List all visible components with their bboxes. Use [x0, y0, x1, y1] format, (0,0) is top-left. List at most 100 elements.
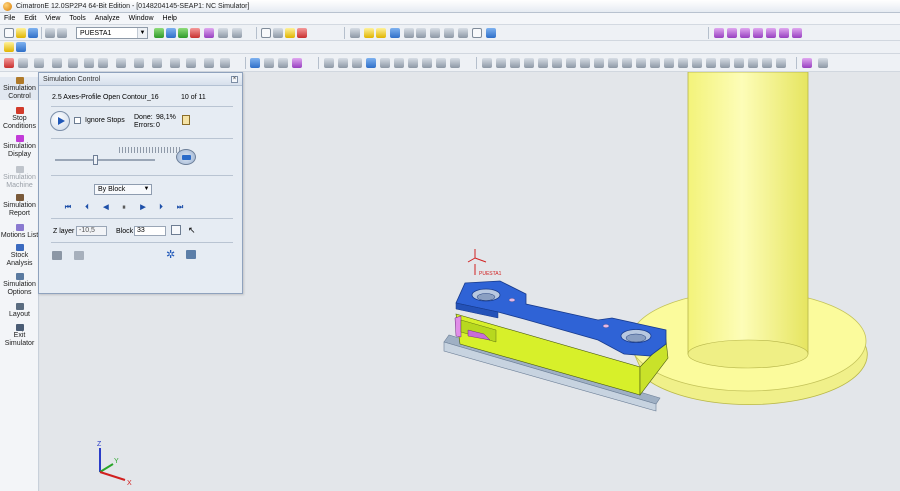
rotate-icon[interactable] [390, 28, 400, 38]
menu-file[interactable]: File [4, 15, 15, 22]
sidebar-item-simulation-control[interactable]: Simulation Control [0, 77, 39, 100]
paste-icon[interactable] [285, 28, 295, 38]
tool-icon[interactable] [68, 58, 78, 68]
cloud-icon[interactable] [232, 28, 242, 38]
edit-icon[interactable] [220, 58, 230, 68]
dim-12-icon[interactable] [636, 58, 646, 68]
execute-icon[interactable] [178, 28, 188, 38]
go-to-end-icon[interactable]: ⏭ [175, 203, 185, 212]
snap-2-icon[interactable] [338, 58, 348, 68]
dim-20-icon[interactable] [748, 58, 758, 68]
view-cube-left-icon[interactable] [766, 28, 776, 38]
step-forward-icon[interactable]: ⏵ [156, 203, 166, 212]
dim-11-icon[interactable] [622, 58, 632, 68]
point-icon[interactable] [450, 58, 460, 68]
dim-6-icon[interactable] [552, 58, 562, 68]
menu-help[interactable]: Help [163, 15, 177, 22]
save-icon[interactable] [28, 28, 38, 38]
step-back-icon[interactable]: ⏴ [82, 203, 92, 212]
view-cube-back-icon[interactable] [779, 28, 789, 38]
dim-16-icon[interactable] [692, 58, 702, 68]
dim-2-icon[interactable] [496, 58, 506, 68]
view-cube-right-icon[interactable] [753, 28, 763, 38]
sidebar-item-simulation-options[interactable]: Simulation Options [0, 273, 39, 296]
snap-1-icon[interactable] [324, 58, 334, 68]
camera-icon[interactable] [52, 251, 62, 260]
block-field[interactable]: 33 [134, 226, 166, 236]
menu-window[interactable]: Window [129, 15, 154, 22]
dim-21-icon[interactable] [762, 58, 772, 68]
arc-icon[interactable] [422, 58, 432, 68]
menu-view[interactable]: View [45, 15, 60, 22]
light-icon[interactable] [376, 28, 386, 38]
play-button[interactable] [50, 111, 70, 131]
dim-18-icon[interactable] [720, 58, 730, 68]
spline-icon[interactable] [436, 58, 446, 68]
settings-icon[interactable] [74, 251, 84, 260]
sidebar-item-exit-simulator[interactable]: Exit Simulator [0, 324, 39, 347]
undo-icon[interactable] [45, 28, 55, 38]
view-cube-front-icon[interactable] [740, 28, 750, 38]
cube-icon[interactable] [204, 28, 214, 38]
arrow-right-icon[interactable] [416, 28, 426, 38]
new-file-icon[interactable] [4, 28, 14, 38]
record-icon[interactable] [4, 58, 14, 68]
polygon-icon[interactable] [408, 58, 418, 68]
filter-icon[interactable] [218, 28, 228, 38]
zoom-icon[interactable] [350, 28, 360, 38]
rewind-icon[interactable]: ◀ [101, 203, 111, 212]
menu-edit[interactable]: Edit [24, 15, 36, 22]
toolpath-view-icon[interactable] [171, 225, 181, 235]
plane-icon[interactable] [264, 58, 274, 68]
mirror-icon[interactable] [204, 58, 214, 68]
machine-view-icon[interactable] [176, 149, 196, 165]
dim-13-icon[interactable] [650, 58, 660, 68]
fit-icon[interactable] [458, 28, 468, 38]
speed-slider-thumb[interactable] [93, 155, 98, 165]
sidebar-item-layout[interactable]: Layout [0, 303, 39, 319]
view-cube-iso-icon[interactable] [714, 28, 724, 38]
dim-1-icon[interactable] [482, 58, 492, 68]
snowflake-icon[interactable]: ✲ [166, 248, 175, 261]
axis-icon[interactable] [250, 58, 260, 68]
dim-17-icon[interactable] [706, 58, 716, 68]
sidebar-item-simulation-report[interactable]: Simulation Report [0, 194, 39, 217]
square-icon[interactable] [380, 58, 390, 68]
go-to-start-icon[interactable]: ⏮ [63, 203, 73, 212]
arrow-left-icon[interactable] [404, 28, 414, 38]
trim-icon[interactable] [186, 58, 196, 68]
ignore-stops-checkbox[interactable] [74, 117, 81, 124]
play-step-icon[interactable]: ▶ [138, 203, 148, 212]
bulb-icon[interactable] [364, 28, 374, 38]
dim-4-icon[interactable] [524, 58, 534, 68]
pause-icon[interactable]: ⏸ [119, 203, 129, 212]
sidebar-item-motions-list[interactable]: Motions List [0, 224, 39, 240]
shade-icon[interactable] [486, 28, 496, 38]
arrow-icon[interactable] [84, 58, 94, 68]
drill-icon[interactable] [152, 58, 162, 68]
pan-icon[interactable] [430, 28, 440, 38]
cursor-icon[interactable] [16, 42, 26, 52]
toolpath-icon[interactable] [154, 28, 164, 38]
sidebar-item-stock-analysis[interactable]: Stock Analysis [0, 244, 39, 267]
stock-icon[interactable] [190, 28, 200, 38]
setup-combo[interactable]: PUESTA1 ▼ [76, 27, 148, 39]
pointer-icon[interactable]: ↖ [188, 225, 196, 236]
circle-icon[interactable] [394, 58, 404, 68]
redo-icon[interactable] [57, 28, 67, 38]
window-icon[interactable] [261, 28, 271, 38]
menu-tools[interactable]: Tools [69, 15, 85, 22]
procedure-icon[interactable] [166, 28, 176, 38]
rectangle-icon[interactable] [366, 58, 376, 68]
step-mode-select[interactable]: By Block ▼ [94, 184, 152, 195]
ucs-icon[interactable] [278, 58, 288, 68]
wand-icon[interactable] [52, 58, 62, 68]
menu-analyze[interactable]: Analyze [95, 15, 120, 22]
select-icon[interactable] [18, 58, 28, 68]
offset-icon[interactable] [170, 58, 180, 68]
render-icon[interactable] [802, 58, 812, 68]
copy-icon[interactable] [273, 28, 283, 38]
speed-slider-track[interactable] [55, 159, 155, 161]
view-cube-bottom-icon[interactable] [792, 28, 802, 38]
z-layer-field[interactable]: -10,5 [76, 226, 107, 236]
